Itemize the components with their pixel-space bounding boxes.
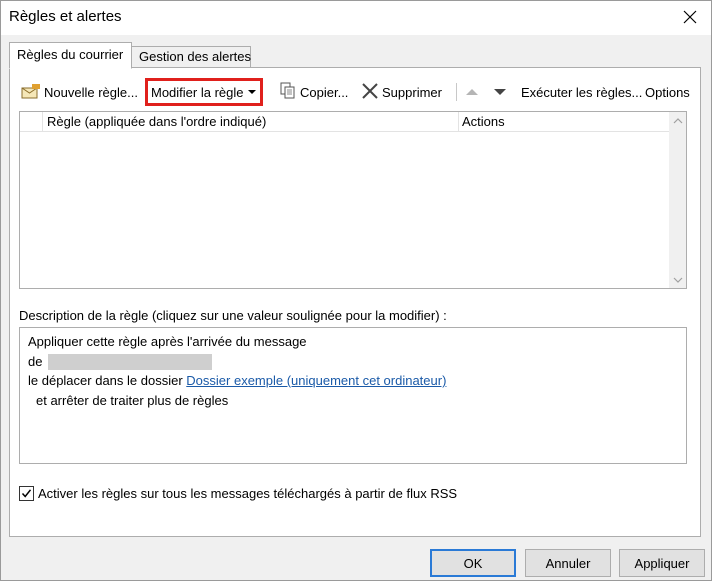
- move-down-button[interactable]: [493, 80, 507, 104]
- apply-button[interactable]: Appliquer: [619, 549, 705, 577]
- new-rule-label: Nouvelle règle...: [44, 84, 138, 100]
- rules-list[interactable]: Règle (appliquée dans l'ordre indiqué) A…: [19, 111, 687, 289]
- rules-and-alerts-dialog: Règles et alertes Règles du courrier Ges…: [0, 0, 712, 581]
- toolbar-separator: [456, 83, 457, 101]
- description-from-label: de: [28, 353, 43, 369]
- chevron-down-icon: [247, 90, 256, 94]
- scrollbar-track: [670, 130, 685, 270]
- description-stop-processing: et arrêter de traiter plus de règles: [36, 392, 229, 408]
- new-rule-icon: [21, 83, 41, 102]
- modify-rule-button[interactable]: Modifier la règle: [145, 78, 263, 106]
- delete-button[interactable]: Supprimer: [361, 80, 442, 104]
- new-rule-button[interactable]: Nouvelle règle...: [21, 80, 138, 104]
- column-header-actions[interactable]: Actions: [458, 112, 670, 132]
- tab-manage-alerts[interactable]: Gestion des alertes: [131, 46, 251, 68]
- modify-rule-label: Modifier la règle: [151, 84, 244, 100]
- chevron-down-icon: [673, 277, 682, 283]
- arrow-up-icon: [466, 89, 478, 95]
- chevron-up-icon: [673, 117, 682, 123]
- rss-rules-label: Activer les règles sur tous les messages…: [38, 486, 458, 501]
- cancel-button[interactable]: Annuler: [525, 549, 611, 577]
- ok-button[interactable]: OK: [430, 549, 516, 577]
- close-icon: [683, 10, 697, 24]
- rules-toolbar: Nouvelle règle... Modifier la règle Copi…: [18, 78, 694, 106]
- title-bar: Règles et alertes: [1, 1, 711, 35]
- folder-link[interactable]: Dossier exemple (uniquement cet ordinate…: [186, 373, 446, 388]
- description-sender-line: de: [28, 352, 678, 372]
- description-condition: Appliquer cette règle après l'arrivée du…: [28, 334, 307, 349]
- copy-label: Copier...: [300, 84, 349, 100]
- copy-icon: [279, 82, 297, 103]
- dialog-title: Règles et alertes: [9, 8, 122, 25]
- rules-list-header: Règle (appliquée dans l'ordre indiqué) A…: [20, 112, 670, 132]
- delete-icon: [361, 82, 379, 103]
- arrow-down-icon: [494, 89, 506, 95]
- column-header-rule[interactable]: Règle (appliquée dans l'ordre indiqué): [43, 112, 458, 132]
- rss-rules-option[interactable]: Activer les règles sur tous les messages…: [19, 486, 457, 501]
- description-move-label: le déplacer dans le dossier: [28, 373, 183, 388]
- rss-rules-checkbox[interactable]: [19, 486, 34, 501]
- copy-button[interactable]: Copier...: [279, 80, 348, 104]
- description-action-line: le déplacer dans le dossier Dossier exem…: [28, 371, 678, 391]
- delete-label: Supprimer: [382, 84, 442, 100]
- move-up-button[interactable]: [465, 80, 479, 104]
- rule-description-label: Description de la règle (cliquez sur une…: [19, 308, 447, 323]
- run-rules-button[interactable]: Exécuter les règles...: [521, 80, 642, 104]
- rules-list-scrollbar[interactable]: [669, 112, 686, 288]
- close-button[interactable]: [675, 3, 705, 31]
- options-button[interactable]: Options: [645, 80, 690, 104]
- redacted-sender[interactable]: [48, 354, 213, 371]
- mail-rules-panel: Nouvelle règle... Modifier la règle Copi…: [9, 67, 701, 537]
- checkmark-icon: [21, 489, 32, 498]
- scroll-up-button[interactable]: [669, 112, 686, 129]
- scroll-down-button[interactable]: [669, 271, 686, 288]
- tab-mail-rules[interactable]: Règles du courrier: [9, 42, 132, 69]
- rule-description-box: Appliquer cette règle après l'arrivée du…: [19, 327, 687, 464]
